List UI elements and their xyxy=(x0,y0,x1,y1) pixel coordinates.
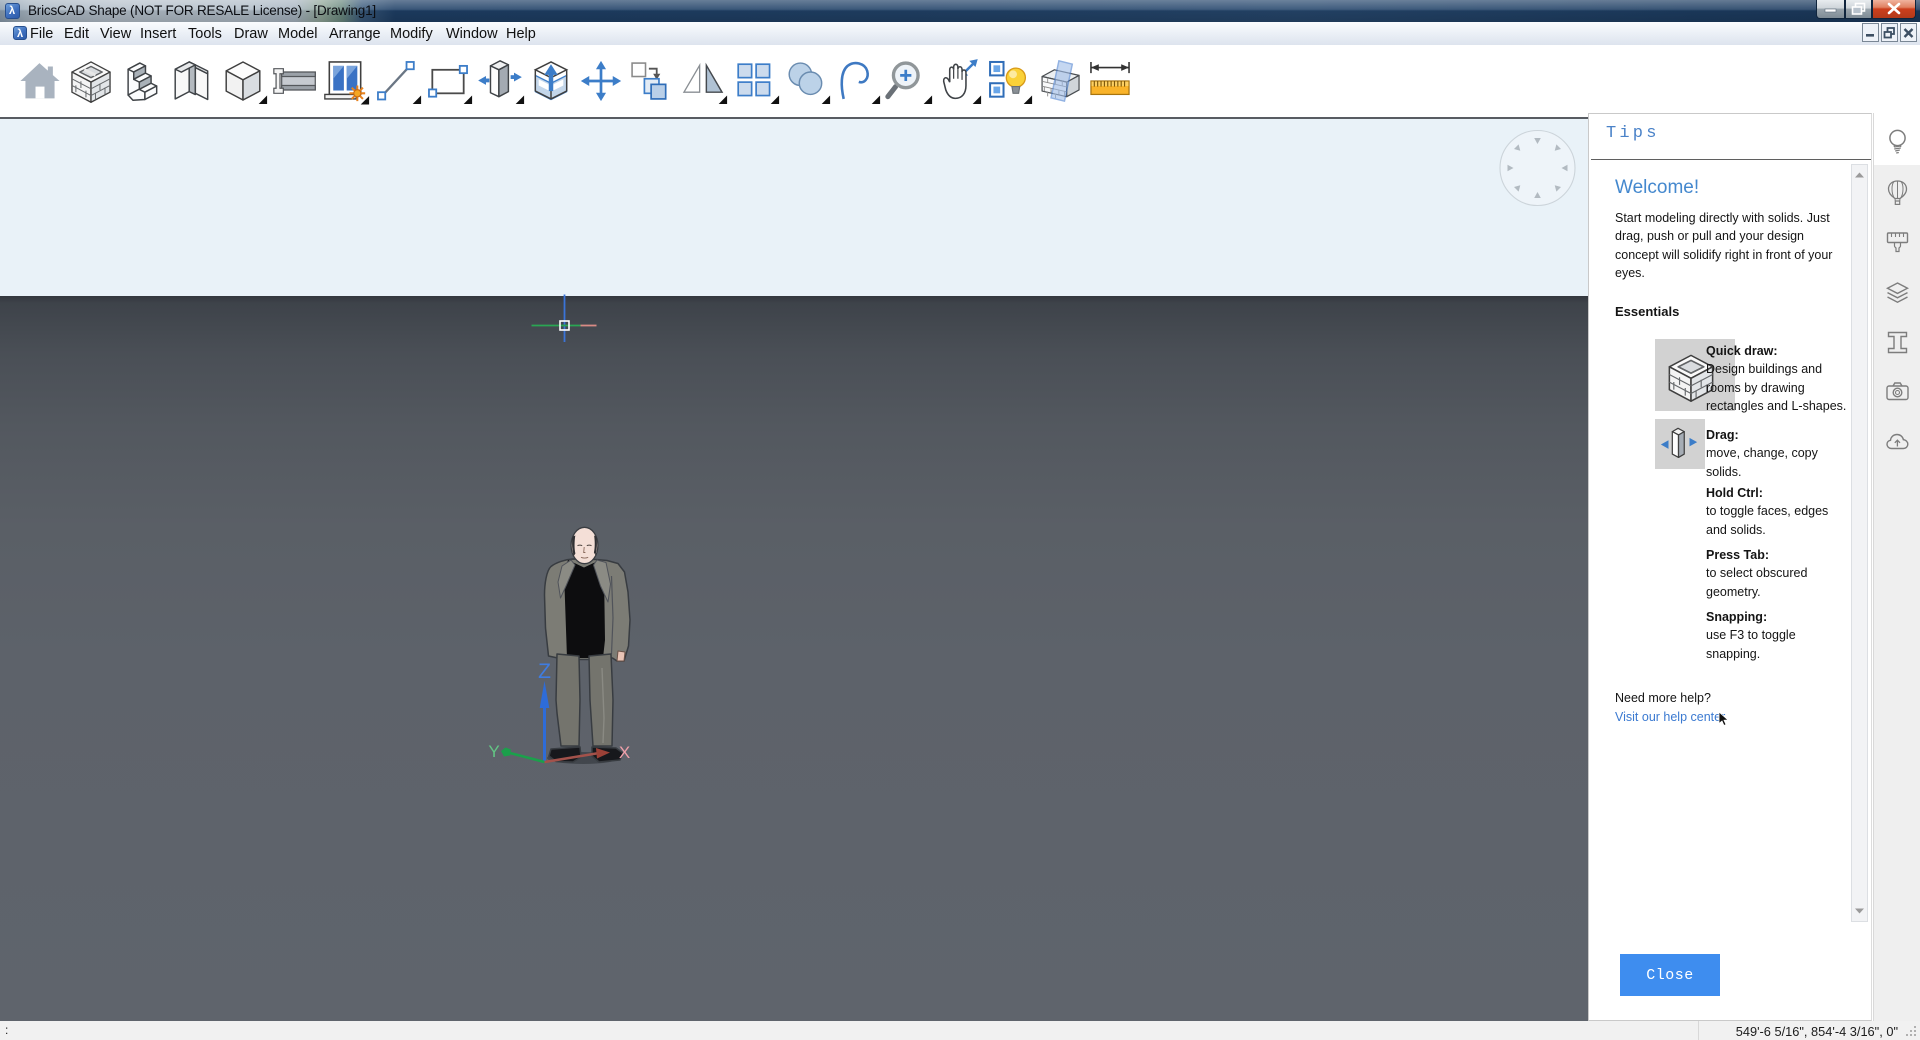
svg-text:Z: Z xyxy=(538,660,551,683)
svg-text:Y: Y xyxy=(488,742,499,761)
svg-text:X: X xyxy=(619,743,630,762)
